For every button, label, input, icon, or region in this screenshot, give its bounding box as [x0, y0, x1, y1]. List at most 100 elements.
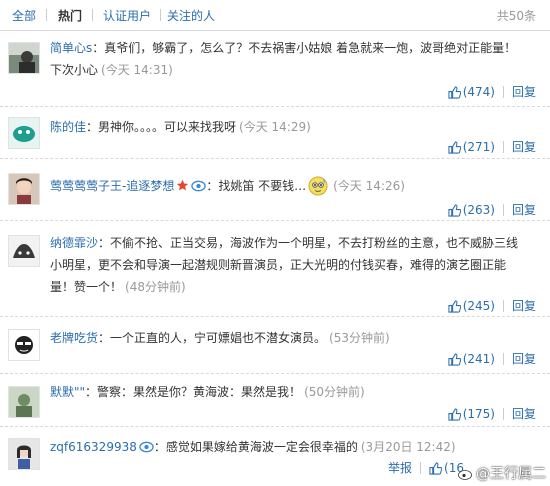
comment-item: 简单心s：真爷们，够霸了，怎么了？不去祸害小姑娘 着急就来一炮，波哥绝对正能量！…	[0, 31, 550, 107]
tab-all[interactable]: 全部	[12, 7, 36, 24]
avatar[interactable]	[8, 173, 40, 205]
comment-username[interactable]: 纳德霏沙	[50, 236, 98, 250]
tab-divider	[46, 9, 47, 21]
action-divider	[420, 462, 422, 474]
thumbs-up-icon	[448, 204, 461, 217]
action-divider	[502, 353, 504, 365]
thumbs-up-icon	[448, 300, 461, 313]
comment-actions: (263) 回复	[448, 201, 536, 218]
comment-body: 陈的佳：男神你。。。。可以来找我呀 (今天 14:29)	[50, 116, 536, 138]
reply-button[interactable]: 回复	[512, 299, 536, 313]
comment-text: ：警察：果然是你？黄海波：果然是我！	[85, 385, 302, 399]
thumbs-up-icon	[448, 408, 461, 421]
comment-text: ：找姚笛 不要钱…	[206, 179, 307, 193]
avatar[interactable]	[8, 42, 40, 74]
sweat-face-emoji-icon	[308, 176, 328, 196]
comment-item: 莺莺莺莺子王-追逐梦想 ：找姚笛 不要钱… (今天 14:26) (263) 回复	[0, 159, 550, 221]
avatar[interactable]	[8, 235, 40, 267]
like-button[interactable]: (241)	[448, 352, 495, 366]
comment-time: (53分钟前)	[329, 331, 390, 345]
thumbs-up-icon	[448, 353, 461, 366]
thumbs-up-icon	[448, 141, 461, 154]
action-divider	[502, 300, 504, 312]
like-count: (245)	[462, 299, 495, 313]
like-button[interactable]: (263)	[448, 203, 495, 217]
comment-username[interactable]: 陈的佳	[50, 120, 86, 134]
comment-time: (今天 14:31)	[101, 63, 173, 77]
like-count: (474)	[462, 85, 495, 99]
report-button[interactable]: 举报	[388, 461, 412, 475]
reply-button[interactable]: 回复	[512, 203, 536, 217]
comment-actions: 举报 (16	[388, 459, 464, 476]
action-divider	[502, 141, 504, 153]
comment-time: (48分钟前)	[125, 280, 186, 294]
vip-star-icon	[176, 177, 189, 199]
comment-time: (今天 14:26)	[333, 179, 405, 193]
avatar[interactable]	[8, 329, 40, 361]
comment-text: 小明星，更不会和导演一起潜规则新晋演员，正大光明的付钱买春，难得的演艺圈正能	[50, 258, 507, 272]
like-count: (175)	[462, 407, 495, 421]
comment-filter-tabs: 全部 热门 认证用户 关注的人 共50条	[0, 0, 550, 31]
comment-body: 莺莺莺莺子王-追逐梦想 ：找姚笛 不要钱… (今天 14:26)	[50, 175, 536, 199]
comment-text: ：男神你。。。。可以来找我呀	[86, 120, 237, 134]
comment-actions: (271) 回复	[448, 138, 536, 155]
comment-item: 老牌吃货：一个正直的人，宁可嫖娼也不潜女演员。 (53分钟前) (241) 回复	[0, 317, 550, 374]
tab-divider	[92, 9, 93, 21]
tab-hot[interactable]: 热门	[58, 7, 82, 24]
comment-time: (今天 14:29)	[239, 120, 311, 134]
comment-body: 纳德霏沙：不偷不抢、正当交易，海波作为一个明星，不去打粉丝的主意，也不威胁三线 …	[50, 232, 536, 298]
comment-text: ：一个正直的人，宁可嫖娼也不潜女演员。	[98, 331, 327, 345]
member-eye-icon	[191, 177, 207, 199]
comment-username[interactable]: 老牌吃货	[50, 331, 98, 345]
comment-actions: (175) 回复	[448, 405, 536, 422]
reply-button[interactable]: 回复	[512, 85, 536, 99]
thumbs-up-icon	[448, 86, 461, 99]
comment-body: 老牌吃货：一个正直的人，宁可嫖娼也不潜女演员。 (53分钟前)	[50, 327, 536, 349]
watermark-at: @	[476, 466, 490, 482]
member-eye-icon	[139, 438, 154, 460]
comment-text: 下次小心	[50, 63, 99, 77]
action-divider	[502, 408, 504, 420]
reply-button[interactable]: 回复	[512, 140, 536, 154]
tab-following[interactable]: 关注的人	[167, 7, 215, 24]
weibo-watermark: @王行属二	[458, 463, 546, 483]
comment-actions: (245) 回复	[448, 297, 536, 314]
watermark-name: 王行属二	[490, 466, 546, 482]
thumbs-up-icon	[429, 462, 443, 475]
comment-actions: (474) 回复	[448, 83, 536, 100]
like-count: (241)	[462, 352, 495, 366]
action-divider	[502, 86, 504, 98]
comment-item: 陈的佳：男神你。。。。可以来找我呀 (今天 14:29) (271) 回复	[0, 107, 550, 159]
comment-text: ：真爷们，够霸了，怎么了？不去祸害小姑娘 着急就来一炮，波哥绝对正能量！	[92, 41, 517, 55]
like-count: (271)	[462, 140, 495, 154]
avatar[interactable]	[8, 117, 40, 149]
comment-username[interactable]: 简单心s	[50, 41, 92, 55]
comment-body: 默默""：警察：果然是你？黄海波：果然是我！ (50分钟前)	[50, 381, 536, 403]
like-button[interactable]: (245)	[448, 299, 495, 313]
comment-username[interactable]: 默默""	[50, 385, 85, 399]
comment-text: ：感觉如果嫁给黄海波一定会很幸福的	[153, 440, 358, 454]
like-count: (263)	[462, 203, 495, 217]
like-button[interactable]: (175)	[448, 407, 495, 421]
comment-username[interactable]: zqf616329938	[50, 440, 137, 454]
comment-item: 默默""：警察：果然是你？黄海波：果然是我！ (50分钟前) (175) 回复	[0, 374, 550, 427]
reply-button[interactable]: 回复	[512, 352, 536, 366]
reply-button[interactable]: 回复	[512, 407, 536, 421]
comment-body: 简单心s：真爷们，够霸了，怎么了？不去祸害小姑娘 着急就来一炮，波哥绝对正能量！…	[50, 37, 536, 81]
weibo-logo-icon	[458, 466, 474, 482]
like-button[interactable]: (474)	[448, 85, 495, 99]
comment-total-count: 共50条	[496, 9, 536, 23]
comment-time: (3月20日 12:42)	[360, 440, 456, 454]
comment-time: (50分钟前)	[304, 385, 365, 399]
like-button[interactable]: (271)	[448, 140, 495, 154]
comment-text: 量！赞一个！	[50, 280, 123, 294]
comment-actions: (241) 回复	[448, 350, 536, 367]
tab-verified[interactable]: 认证用户	[103, 7, 151, 24]
avatar[interactable]	[8, 438, 40, 470]
comment-item: 纳德霏沙：不偷不抢、正当交易，海波作为一个明星，不去打粉丝的主意，也不威胁三线 …	[0, 221, 550, 317]
avatar[interactable]	[8, 386, 40, 418]
action-divider	[502, 204, 504, 216]
tab-divider	[160, 9, 161, 21]
comment-text: ：不偷不抢、正当交易，海波作为一个明星，不去打粉丝的主意，也不威胁三线	[98, 236, 519, 250]
comment-username[interactable]: 莺莺莺莺子王-追逐梦想	[50, 179, 174, 193]
